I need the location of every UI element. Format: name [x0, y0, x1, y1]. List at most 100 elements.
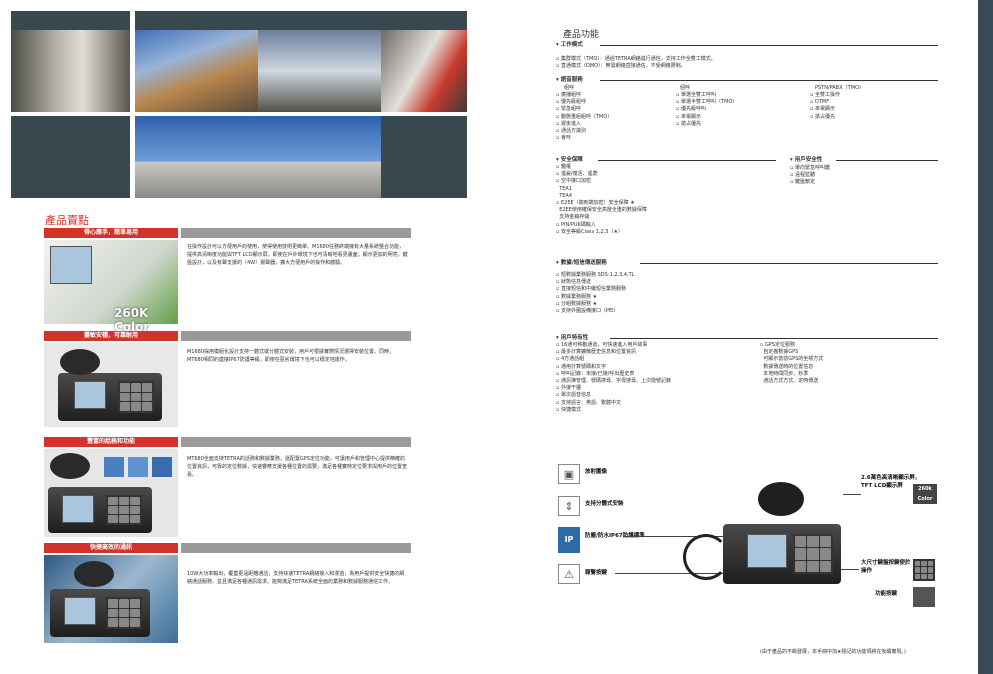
list-item-text: 支持金鑰存儲 [559, 214, 590, 221]
list-item-text: GPS定位服務 [764, 342, 796, 348]
call-col1-list: ▫ 廣播組呼 ▫ 優先級組呼 ▫ 緊急組呼 ▫ 動態重組組呼（TMO） ▫ 遲後… [556, 92, 612, 142]
page-edge-strip [978, 0, 993, 674]
keypad-icon [913, 559, 935, 581]
user-security-title-text: 用戶安全性 [794, 157, 823, 163]
list-item-text: 通話方識別 [560, 128, 586, 135]
list-item-text: 搶占優先 [680, 120, 701, 127]
list-item-text: TEA4 [559, 192, 573, 199]
list-item-text: 空中接口加密 [560, 178, 591, 185]
divider [600, 80, 938, 81]
radio-display [62, 495, 94, 523]
microphone [74, 561, 114, 587]
list-item: 本地時間同步、秒準 [760, 371, 823, 378]
paragraph-services: MT680全面支持TETRA的話務和數據業務，還配置GPS定位功能，可讓用戶和管… [187, 456, 408, 478]
list-item: ▫ 會呼 [556, 135, 571, 142]
divider [600, 45, 938, 46]
list-item: ▫ 4方通話組 [556, 356, 585, 363]
coiled-cord [683, 534, 729, 580]
user-features-title: ▾ 用戶特有性 [556, 335, 589, 341]
list-item: 通話方式方式、定時傳送 [760, 378, 823, 385]
security-title-text: 安全保障 [560, 157, 583, 163]
industrial-plant-photo [258, 30, 381, 112]
list-item-text: 遙毙/復活、遙斃 [560, 171, 598, 178]
callout-label: 放射圖像 [585, 469, 608, 475]
list-item: TEA1 [556, 186, 647, 193]
list-item-text: 單選全雙工呼叫 [680, 92, 716, 98]
list-item-text: 遠程監聽 [794, 172, 815, 179]
work-mode-text: 集群模式（TMO）：通過TETRA網絡進行通信，支持工作全雙工模式。 [560, 56, 716, 62]
list-item-text: 單次語音信息 [560, 392, 591, 399]
list-item: TEA4 [556, 193, 647, 200]
microphone [758, 482, 804, 516]
list-item-text: E2EE使用確保安全高度全重的數據保障 [559, 207, 647, 214]
radio-services-photo [44, 449, 178, 537]
callout-label: 大尺寸鍵盤按鍵便於操作 [861, 560, 911, 574]
list-item-text: 優先級呼叫 [680, 106, 706, 113]
radio-keypad [118, 381, 154, 413]
work-mode-item: ▫ 直通模式（DMO）：無需網絡直接通信，不受網絡限制。 [556, 63, 686, 69]
callout-label: 功能按鍵 [875, 591, 898, 597]
security-title: ▾ 安全保障 [556, 157, 583, 163]
section-bar-fast: 快捷高效的通訊 [44, 543, 178, 553]
radio-keypad [106, 495, 142, 525]
function-keys-icon [913, 587, 935, 607]
list-item-text: 通訊簿管理、號碼搜尋、字母搜尋、上次撥號記錄 [560, 378, 671, 385]
user-security-title: ▾ 用戶安全性 [790, 157, 823, 163]
dark-block [381, 116, 467, 198]
list-item-text: 動態重組組呼（TMO） [560, 113, 613, 120]
list-item: ▫ 直接短信和中繼短信業務服務 [556, 286, 626, 293]
list-item-text: 支持外圍設備接口（PEI） [560, 308, 619, 315]
alarm-icon: ⚠ [558, 564, 580, 584]
list-item-text: 短數據業務服務 SDS-1,2,3,4,TL [560, 272, 635, 278]
header-dark-block [11, 11, 130, 30]
radio-display [74, 381, 106, 409]
radio-keypad [793, 534, 833, 574]
list-item: ▫ 數據業務服務 ★ [556, 293, 598, 300]
paragraph-reliable: M1680採用模組化設計支持一體式或分體式安裝，用戶可根據實際情況選擇安裝位置。… [187, 349, 395, 363]
firefighter-photo [381, 30, 467, 112]
list-item-text: 緊急組呼 [560, 106, 581, 113]
radio-keypad [106, 597, 142, 629]
port-photo [135, 30, 258, 112]
list-item-text: TEA1 [559, 185, 573, 192]
list-item: ▫ 優先級呼叫 [676, 106, 706, 113]
list-item: ▫ 安全等級Class 1,2,3（★） [556, 228, 623, 235]
list-item: 支持金鑰存儲 [556, 214, 647, 221]
list-item: ▫ 搶占優先 [676, 120, 701, 127]
divider [598, 160, 776, 161]
footnote: (由于產品的不斷發展，本手冊中加★標記的功能項將在後續實現。) [760, 649, 906, 655]
list-item-text: 自定義數據GPS [763, 349, 799, 356]
callout-line [843, 494, 861, 495]
list-item: ▫ 動態重組組呼（TMO） [556, 113, 613, 120]
split-install-icon: ⇕ [558, 496, 580, 516]
list-item: ▫ 呼叫記錄：未接/已接/呼出歷史表 [556, 370, 635, 377]
airport-photo [135, 116, 381, 198]
list-item-text: 最多計算擴散歷史信息和位置資訊 [560, 349, 636, 356]
callout-label: 報警按鍵 [585, 570, 608, 576]
service-icon [104, 457, 124, 477]
section-bar-services: 豐富的話務和功能 [44, 437, 178, 447]
list-item-text: 數據傳送時的位置信息 [763, 363, 814, 370]
list-item-text: 優先級組呼 [560, 99, 586, 106]
list-item-text: 直接短信和中繼短信業務服務 [560, 286, 626, 293]
call-services-title-text: 語音服務 [560, 77, 583, 83]
divider [610, 338, 938, 339]
list-item: ▫ 支持外圍設備接口（PEI） [556, 308, 619, 315]
data-services-title-text: 數據/短信傳送服務 [560, 260, 607, 266]
list-item-text: 單選半雙工呼叫（TMO） [680, 99, 738, 106]
ip67-icon: IP 67 [558, 527, 580, 570]
list-item-text: 數據業務服務 ★ [560, 293, 598, 300]
radio-in-rain-photo [44, 555, 178, 643]
list-item: ▫ 緊急組呼 [556, 106, 581, 113]
service-icon [152, 457, 172, 477]
list-item: ▫ 支持語言：英語、繁體中文 [556, 399, 621, 406]
call-col3-list: ▫ 全雙工操作 ▫ DTMF ▫ 來電顯示 ▫ 搶占優先 [810, 92, 840, 121]
security-list: ▫ 鑑權 ▫ 遙毙/復活、遙斃 ▫ 空中接口加密 TEA1 TEA4 ▫ E2E… [556, 164, 647, 236]
list-item-text: 本地時間同步、秒準 [763, 370, 809, 377]
section-bar-gray [181, 228, 411, 238]
radio-display [64, 597, 96, 625]
list-item: 可顯示當前GPS的坐標方式 [760, 356, 823, 363]
list-item-text: PIN/PUK碼輸入 [560, 221, 596, 228]
radio-display [50, 246, 92, 284]
radio-body [723, 524, 841, 584]
